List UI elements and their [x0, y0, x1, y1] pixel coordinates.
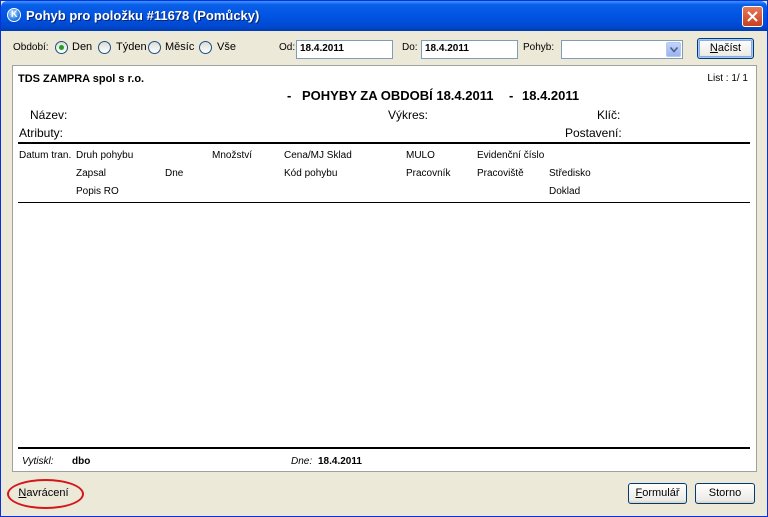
report-heading-dash-2: -: [509, 88, 514, 103]
column-header: Cena/MJ Sklad: [284, 150, 352, 161]
close-button[interactable]: [742, 6, 763, 27]
period-label: Období:: [13, 42, 49, 53]
column-header: Zapsal: [76, 168, 107, 179]
column-header: Dne: [165, 168, 184, 179]
column-header: Evidenční číslo: [477, 150, 545, 161]
movement-type-select[interactable]: [561, 40, 683, 59]
movement-type-label: Pohyb:: [523, 42, 555, 53]
column-header: Datum tran.: [19, 150, 72, 161]
page-info: List : 1/ 1: [707, 73, 748, 84]
columns-divider: [18, 202, 750, 203]
load-button-label: ačíst: [717, 42, 742, 54]
date-from-label: Od:: [279, 42, 296, 53]
column-header: MULO: [406, 150, 435, 161]
column-header: Pracovník: [406, 168, 451, 179]
column-header: Popis RO: [76, 186, 119, 197]
report-heading-dash: -: [287, 88, 292, 103]
radio-den-label[interactable]: Den: [72, 41, 92, 53]
radio-tyden[interactable]: [98, 41, 111, 54]
radio-mesic[interactable]: [148, 41, 161, 54]
date-to-input[interactable]: 18.4.2011: [421, 40, 518, 59]
title-bar[interactable]: Pohyb pro položku #11678 (Pomůcky): [1, 1, 767, 31]
report-heading: POHYBY ZA OBDOBÍ 18.4.2011: [302, 88, 494, 103]
radio-den[interactable]: [55, 41, 68, 54]
form-button-label: ormulář: [642, 487, 680, 499]
bottom-bar: Navrácení Formulář Storno: [1, 479, 767, 515]
key-label: Klíč:: [597, 108, 621, 122]
footer-divider: [18, 447, 750, 449]
header-divider: [18, 142, 750, 144]
dropdown-arrow[interactable]: [666, 42, 681, 57]
dialog-window: Pohyb pro položku #11678 (Pomůcky) Obdob…: [0, 0, 768, 517]
attributes-label: Atributy:: [19, 126, 64, 140]
form-button[interactable]: Formulář: [628, 483, 687, 504]
column-header: Množství: [212, 150, 253, 161]
column-header: Středisko: [549, 168, 591, 179]
back-button-label: avrácení: [26, 487, 69, 499]
radio-vse-label[interactable]: Vše: [217, 41, 236, 53]
cancel-button[interactable]: Storno: [695, 483, 755, 504]
radio-vse[interactable]: [199, 41, 212, 54]
print-date-label: Dne:: [291, 456, 313, 467]
window-title: Pohyb pro položku #11678 (Pomůcky): [26, 8, 260, 23]
printed-by-value: dbo: [72, 456, 91, 467]
filter-toolbar: Období: Den Týden Měsíc Vše Od: 18.4.201…: [1, 35, 767, 61]
back-button[interactable]: Navrácení: [15, 483, 72, 504]
printed-by-label: Vytiskl:: [22, 456, 54, 467]
column-header: Doklad: [549, 186, 581, 197]
radio-tyden-label[interactable]: Týden: [116, 41, 147, 53]
chevron-down-icon: [670, 47, 678, 53]
column-header: Pracoviště: [477, 168, 524, 179]
load-button-accesskey: N: [709, 42, 718, 54]
status-label: Postavení:: [565, 126, 622, 140]
print-date-value: 18.4.2011: [318, 456, 362, 467]
report-preview: TDS ZAMPRA spol s r.o. List : 1/ 1 - POH…: [12, 65, 757, 472]
column-header: Druh pohybu: [76, 150, 134, 161]
report-heading-date: 18.4.2011: [522, 88, 580, 103]
date-from-input[interactable]: 18.4.2011: [296, 40, 393, 59]
date-to-label: Do:: [402, 42, 418, 53]
drawing-label: Výkres:: [388, 108, 429, 122]
load-button[interactable]: Načíst: [697, 38, 754, 59]
close-icon: [747, 11, 758, 22]
radio-mesic-label[interactable]: Měsíc: [165, 41, 194, 53]
column-header: Kód pohybu: [284, 168, 338, 179]
company-name: TDS ZAMPRA spol s r.o.: [18, 73, 145, 85]
name-label: Název:: [30, 108, 68, 122]
app-logo-icon: [7, 8, 21, 22]
